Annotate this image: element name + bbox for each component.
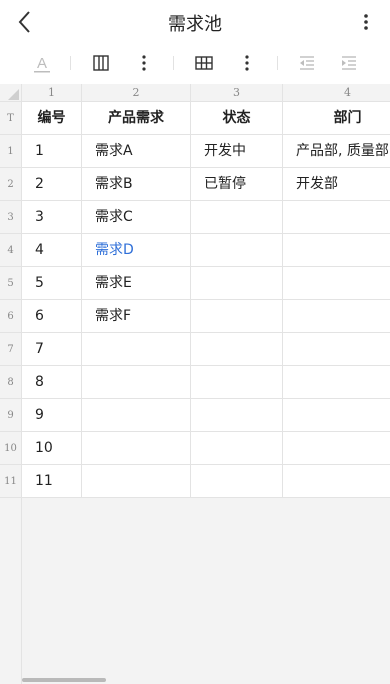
table-cell[interactable]: 需求B	[82, 168, 191, 201]
table-cell[interactable]: 需求A	[82, 135, 191, 168]
row-header-gutter	[0, 498, 22, 684]
table-cell[interactable]	[283, 399, 390, 432]
table-cell[interactable]	[191, 366, 283, 399]
outdent-icon	[300, 56, 314, 70]
row-header[interactable]: 4	[0, 234, 22, 267]
row-header[interactable]: 5	[0, 267, 22, 300]
table-cell[interactable]	[283, 465, 390, 498]
table-cell[interactable]	[82, 465, 191, 498]
table-cell[interactable]	[191, 267, 283, 300]
select-all-corner[interactable]	[0, 84, 22, 102]
table-cell[interactable]	[191, 201, 283, 234]
table-cell[interactable]	[283, 234, 390, 267]
table-cell[interactable]: 1	[22, 135, 82, 168]
column-header[interactable]: 3	[191, 84, 283, 102]
table-cell[interactable]	[283, 366, 390, 399]
table-cell[interactable]: 5	[22, 267, 82, 300]
table-cell[interactable]: 4	[22, 234, 82, 267]
table-cell[interactable]: 2	[22, 168, 82, 201]
table-cell[interactable]: 9	[22, 399, 82, 432]
row-header[interactable]: 3	[0, 201, 22, 234]
table-cell[interactable]: 11	[22, 465, 82, 498]
table-cell[interactable]	[191, 432, 283, 465]
table-header-cell[interactable]: 产品需求	[82, 102, 191, 135]
table-header-cell[interactable]: 编号	[22, 102, 82, 135]
table-cell[interactable]: 开发部	[283, 168, 390, 201]
row-header[interactable]: 6	[0, 300, 22, 333]
table-cell[interactable]: 8	[22, 366, 82, 399]
column-header[interactable]: 1	[22, 84, 82, 102]
table-cell[interactable]	[283, 333, 390, 366]
horizontal-scrollbar[interactable]	[22, 678, 106, 682]
text-color-icon: A	[34, 55, 50, 73]
table-cell[interactable]: 需求E	[82, 267, 191, 300]
table-button[interactable]	[191, 50, 217, 76]
format-toolbar: A	[0, 44, 390, 82]
row-header[interactable]: 11	[0, 465, 22, 498]
column-button[interactable]	[88, 50, 114, 76]
table-cell-link[interactable]: 需求D	[82, 234, 191, 267]
table-cell[interactable]: 6	[22, 300, 82, 333]
table-header-cell[interactable]: 部门	[283, 102, 390, 135]
outdent-button[interactable]	[294, 50, 320, 76]
table-header-cell[interactable]: 状态	[191, 102, 283, 135]
table-cell[interactable]	[82, 432, 191, 465]
table-cell[interactable]: 需求F	[82, 300, 191, 333]
text-color-button[interactable]: A	[29, 50, 55, 76]
column-icon	[93, 55, 109, 71]
row-header[interactable]: 1	[0, 135, 22, 168]
row-header[interactable]: 7	[0, 333, 22, 366]
row-header[interactable]: 2	[0, 168, 22, 201]
table-cell[interactable]	[191, 399, 283, 432]
more-menu-button[interactable]	[356, 8, 376, 36]
table-cell[interactable]	[191, 465, 283, 498]
toolbar-divider	[70, 56, 71, 70]
column-header[interactable]: 4	[283, 84, 390, 102]
page-title: 需求池	[168, 14, 222, 35]
more-vertical-icon	[245, 55, 249, 71]
app-header: 需求池	[0, 0, 390, 44]
indent-icon	[342, 56, 356, 70]
more-vertical-icon	[364, 14, 368, 30]
toolbar-divider	[277, 56, 278, 70]
table-cell[interactable]	[283, 201, 390, 234]
row-header[interactable]: 8	[0, 366, 22, 399]
table-cell[interactable]	[191, 234, 283, 267]
table-more-button[interactable]	[234, 50, 260, 76]
table-cell[interactable]: 已暂停	[191, 168, 283, 201]
svg-text:A: A	[37, 55, 47, 72]
table-cell[interactable]: 7	[22, 333, 82, 366]
row-header[interactable]: 10	[0, 432, 22, 465]
table-icon	[195, 56, 213, 70]
column-more-button[interactable]	[131, 50, 157, 76]
more-vertical-icon	[142, 55, 146, 71]
table-cell[interactable]: 产品部, 质量部	[283, 135, 390, 168]
spreadsheet-grid[interactable]: 1 2 3 4 T 编号 产品需求 状态 部门 1 1 需求A 开发中 产品部, 质量部 2 2 需求B 已暂停开…	[0, 84, 390, 684]
table-cell[interactable]	[283, 267, 390, 300]
table-cell[interactable]	[283, 300, 390, 333]
table-cell[interactable]: 10	[22, 432, 82, 465]
table-cell[interactable]	[191, 300, 283, 333]
row-header[interactable]: T	[0, 102, 22, 135]
table-cell[interactable]: 需求C	[82, 201, 191, 234]
table-cell[interactable]	[82, 333, 191, 366]
table-cell[interactable]	[283, 432, 390, 465]
row-header[interactable]: 9	[0, 399, 22, 432]
column-header[interactable]: 2	[82, 84, 191, 102]
table-cell[interactable]	[191, 333, 283, 366]
table-cell[interactable]	[82, 399, 191, 432]
corner-triangle-icon	[8, 89, 19, 100]
table-cell[interactable]: 开发中	[191, 135, 283, 168]
table-cell[interactable]: 3	[22, 201, 82, 234]
table-cell[interactable]	[82, 366, 191, 399]
indent-button[interactable]	[336, 50, 362, 76]
toolbar-divider	[173, 56, 174, 70]
